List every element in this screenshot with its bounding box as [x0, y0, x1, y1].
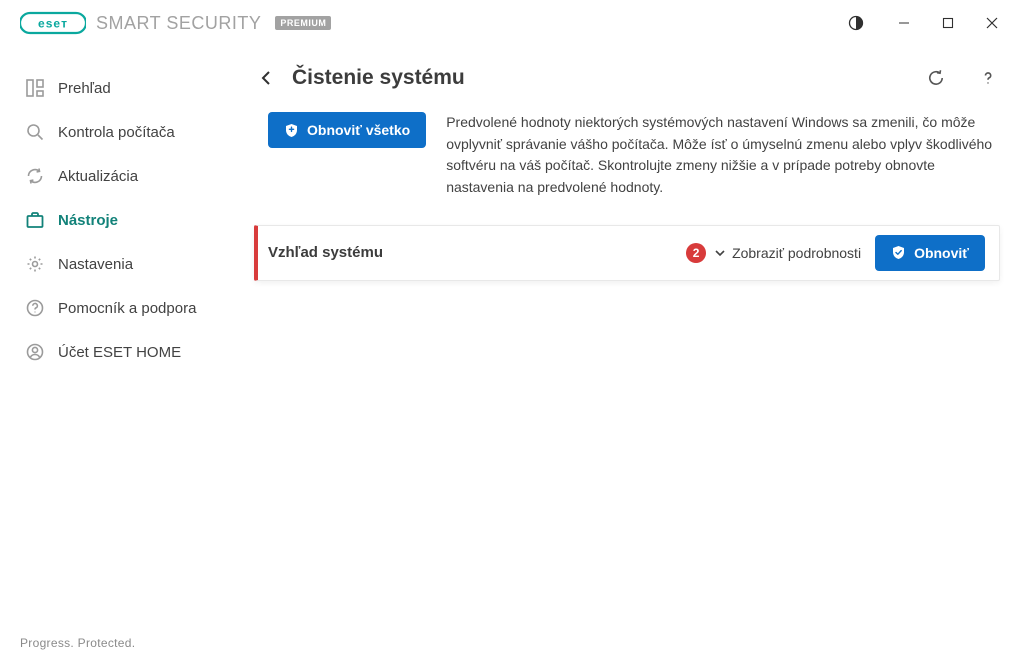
refresh-page-button[interactable] [924, 66, 948, 90]
page-header: Čistenie systému [254, 66, 1000, 90]
window-controls [834, 7, 1014, 39]
sidebar-item-scan[interactable]: Kontrola počítača [0, 110, 254, 154]
footer-tagline: Progress. Protected. [20, 636, 135, 650]
back-button[interactable] [254, 66, 278, 90]
refresh-icon [26, 167, 44, 185]
close-button[interactable] [970, 7, 1014, 39]
svg-text:eseт: eseт [38, 17, 68, 31]
sidebar-item-help[interactable]: Pomocník a podpora [0, 286, 254, 330]
show-details-toggle[interactable]: Zobraziť podrobnosti [714, 245, 861, 261]
sidebar-item-label: Nástroje [58, 212, 118, 229]
sidebar: Prehľad Kontrola počítača Aktualizácia N… [0, 46, 254, 622]
title-bar: eseт SMART SECURITY PREMIUM [0, 0, 1024, 46]
eset-logo: eseт [20, 11, 86, 35]
user-icon [26, 343, 44, 361]
chevron-down-icon [714, 247, 726, 259]
sidebar-item-label: Aktualizácia [58, 168, 138, 185]
help-page-button[interactable] [976, 66, 1000, 90]
reset-card-button[interactable]: Obnoviť [875, 235, 985, 271]
shield-icon [891, 245, 906, 260]
shield-icon [284, 123, 299, 138]
sidebar-item-tools[interactable]: Nástroje [0, 198, 254, 242]
gear-icon [26, 255, 44, 273]
sidebar-item-settings[interactable]: Nastavenia [0, 242, 254, 286]
issue-count-badge: 2 [686, 243, 706, 263]
sidebar-item-label: Prehľad [58, 80, 111, 97]
system-appearance-card: Vzhľad systému 2 Zobraziť podrobnosti Ob… [254, 225, 1000, 281]
brand-group: eseт SMART SECURITY PREMIUM [20, 11, 331, 35]
contrast-toggle[interactable] [834, 7, 878, 39]
minimize-button[interactable] [882, 7, 926, 39]
sidebar-item-update[interactable]: Aktualizácia [0, 154, 254, 198]
details-label: Zobraziť podrobnosti [732, 245, 861, 261]
maximize-button[interactable] [926, 7, 970, 39]
main-content: Čistenie systému Obnoviť všetko Predvole… [254, 46, 1024, 622]
product-name: SMART SECURITY [96, 13, 261, 34]
sidebar-item-label: Kontrola počítača [58, 124, 175, 141]
reset-all-label: Obnoviť všetko [307, 122, 410, 138]
reset-card-label: Obnoviť [914, 245, 969, 261]
dashboard-icon [26, 79, 44, 97]
sidebar-item-label: Nastavenia [58, 256, 133, 273]
sidebar-item-overview[interactable]: Prehľad [0, 66, 254, 110]
card-title: Vzhľad systému [268, 244, 686, 261]
intro-section: Obnoviť všetko Predvolené hodnoty niekto… [268, 112, 1000, 199]
sidebar-item-account[interactable]: Účet ESET HOME [0, 330, 254, 374]
briefcase-icon [26, 211, 44, 229]
sidebar-item-label: Pomocník a podpora [58, 300, 196, 317]
help-icon [26, 299, 44, 317]
search-icon [26, 123, 44, 141]
intro-text: Predvolené hodnoty niektorých systémovýc… [446, 112, 1000, 199]
sidebar-item-label: Účet ESET HOME [58, 344, 181, 361]
edition-badge: PREMIUM [275, 16, 331, 30]
reset-all-button[interactable]: Obnoviť všetko [268, 112, 426, 148]
page-title: Čistenie systému [292, 66, 896, 90]
